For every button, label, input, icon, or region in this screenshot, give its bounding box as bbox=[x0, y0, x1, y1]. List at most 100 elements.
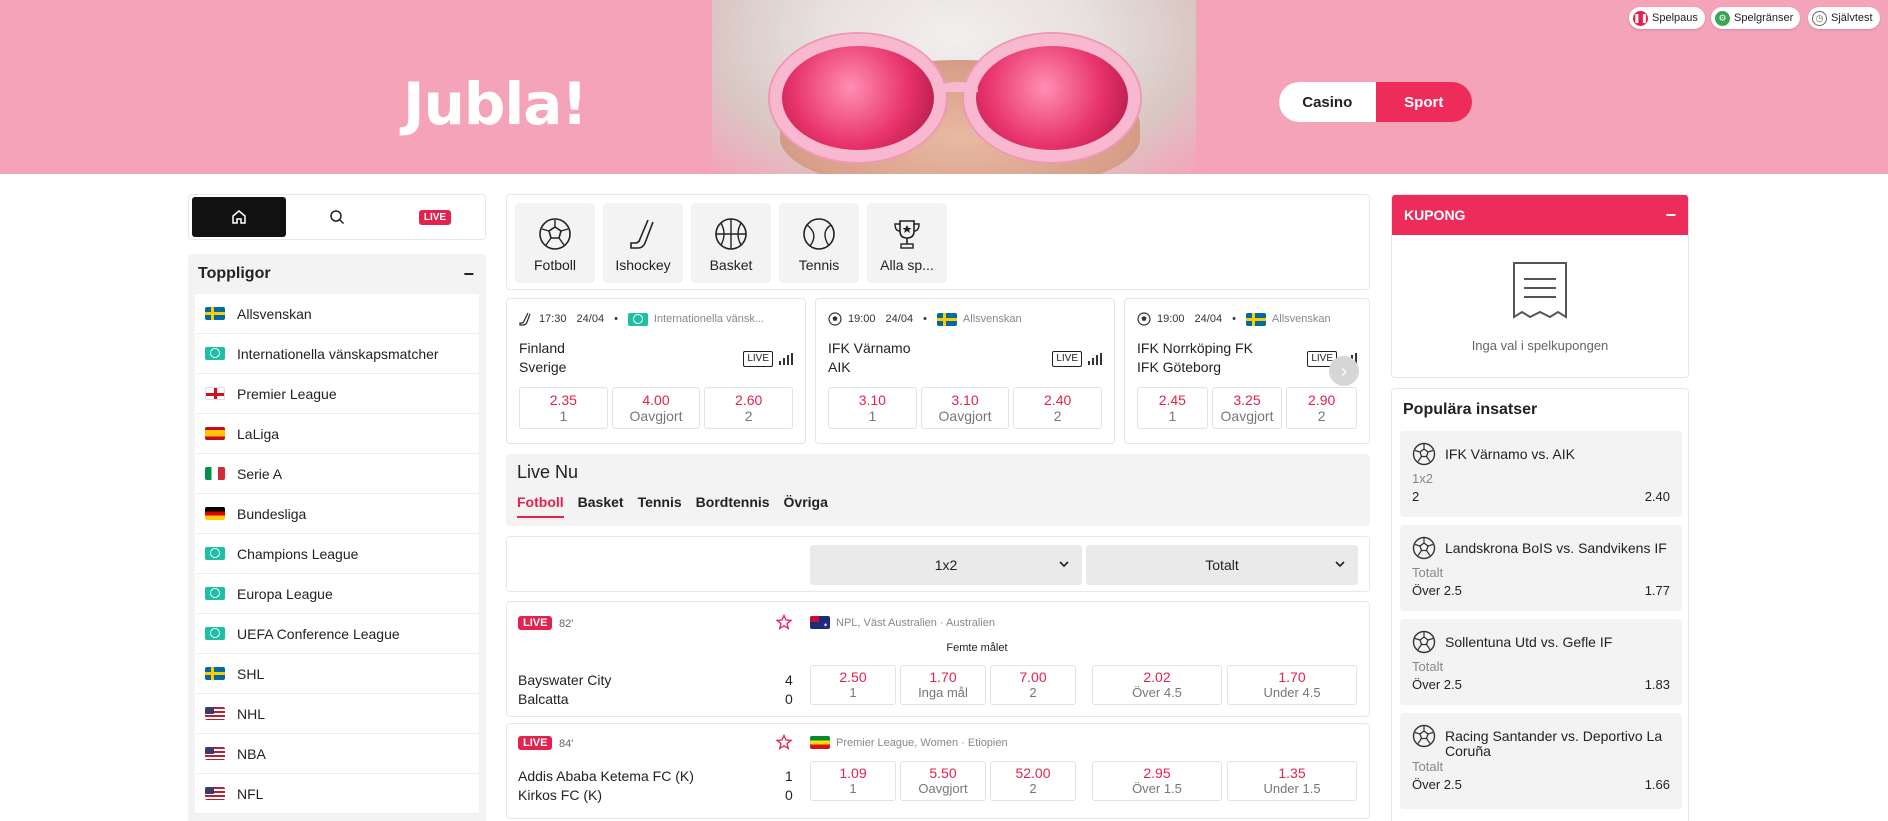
event-league: Allsvenskan bbox=[1271, 313, 1331, 325]
league-item[interactable]: NFL bbox=[195, 774, 479, 814]
market-select-totalt[interactable]: Totalt bbox=[1086, 545, 1358, 585]
live-match-row[interactable]: LIVE 82' ✶ NPL, Väst Australien · Austra… bbox=[506, 601, 1370, 717]
odds-value: 1.70 bbox=[929, 669, 957, 685]
football-icon bbox=[1137, 312, 1151, 326]
league-item[interactable]: NBA bbox=[195, 734, 479, 774]
odds-button[interactable]: 5.50 Oavgjort bbox=[900, 761, 986, 801]
sunglasses-right-lens bbox=[964, 34, 1140, 162]
sport-tile-fotboll[interactable]: Fotboll bbox=[515, 203, 595, 283]
se-flag-icon bbox=[936, 312, 957, 326]
casino-button[interactable]: Casino bbox=[1279, 82, 1376, 122]
league-name: Serie A bbox=[237, 465, 283, 482]
collapse-icon: − bbox=[463, 263, 474, 284]
odds-button[interactable]: 3.10 1 bbox=[828, 387, 917, 429]
odds-value: 3.10 bbox=[858, 392, 886, 408]
odds-value: 3.10 bbox=[951, 392, 979, 408]
league-item[interactable]: Premier League bbox=[195, 374, 479, 414]
odds-button[interactable]: 1.70 Under 4.5 bbox=[1227, 665, 1357, 705]
odds-button[interactable]: 2.35 1 bbox=[519, 387, 608, 429]
popular-bet-selection: 2 bbox=[1412, 489, 1420, 504]
sport-tile-ishockey[interactable]: Ishockey bbox=[603, 203, 683, 283]
league-item[interactable]: Serie A bbox=[195, 454, 479, 494]
selftest-icon: ◷ bbox=[1812, 10, 1827, 26]
sport-tile-basket[interactable]: Basket bbox=[691, 203, 771, 283]
league-item[interactable]: Champions League bbox=[195, 534, 479, 574]
odds-button[interactable]: 7.00 2 bbox=[990, 665, 1076, 705]
stats-icon[interactable] bbox=[1088, 353, 1102, 365]
away-score: 0 bbox=[785, 691, 793, 707]
league-item[interactable]: SHL bbox=[195, 654, 479, 694]
away-team: Kirkos FC (K) bbox=[518, 787, 602, 803]
it-flag-icon bbox=[205, 467, 225, 480]
tab-fotboll[interactable]: Fotboll bbox=[517, 494, 564, 518]
tab-basket[interactable]: Basket bbox=[578, 494, 624, 518]
odds-button[interactable]: 1.35 Under 1.5 bbox=[1227, 761, 1357, 801]
odds-button[interactable]: 2.60 2 bbox=[704, 387, 794, 429]
betslip-header[interactable]: KUPONG − bbox=[1392, 195, 1688, 235]
us-flag-icon bbox=[205, 707, 225, 720]
tab-ovriga[interactable]: Övriga bbox=[784, 494, 828, 518]
live-match-row[interactable]: LIVE 84' Premier League, Women · Etiopie… bbox=[506, 723, 1370, 819]
league-item[interactable]: Allsvenskan bbox=[195, 294, 479, 334]
se-flag-icon bbox=[1245, 312, 1266, 326]
featured-event-card[interactable]: 17:30 24/04 • Internationella vänsk... Finla… bbox=[506, 298, 806, 444]
popular-bet-match: Sollentuna Utd vs. Gefle IF bbox=[1445, 634, 1613, 650]
world-flag-icon bbox=[205, 347, 225, 360]
odds-button[interactable]: 2.45 1 bbox=[1137, 387, 1208, 429]
sport-button[interactable]: Sport bbox=[1375, 82, 1472, 122]
odds-button[interactable]: 2.50 1 bbox=[810, 665, 896, 705]
odds-button[interactable]: 2.40 2 bbox=[1013, 387, 1103, 429]
home-icon bbox=[232, 210, 246, 224]
league-item[interactable]: Bundesliga bbox=[195, 494, 479, 534]
tab-tennis[interactable]: Tennis bbox=[638, 494, 682, 518]
tab-bordtennis[interactable]: Bordtennis bbox=[696, 494, 770, 518]
spelpaus-button[interactable]: ❚❚ Spelpaus bbox=[1629, 7, 1705, 29]
odds-label: 1 bbox=[868, 408, 877, 424]
popular-bet-card[interactable]: Racing Santander vs. Deportivo La Coruña… bbox=[1400, 713, 1682, 809]
home-button[interactable] bbox=[192, 197, 286, 237]
product-switcher: Casino Sport bbox=[1279, 82, 1472, 122]
league-item[interactable]: Internationella vänskapsmatcher bbox=[195, 334, 479, 374]
popular-bet-card[interactable]: IFK Värnamo vs. AIK 1x2 2 2.40 bbox=[1400, 431, 1682, 517]
odds-button[interactable]: 1.09 1 bbox=[810, 761, 896, 801]
popular-bet-card[interactable]: Sollentuna Utd vs. Gefle IF Totalt Över 2.… bbox=[1400, 619, 1682, 705]
odds-button[interactable]: 3.10 Oavgjort bbox=[920, 387, 1010, 429]
sjalvtest-button[interactable]: ◷ Självtest bbox=[1808, 7, 1880, 29]
odds-button[interactable]: 3.25 Oavgjort bbox=[1211, 387, 1283, 429]
star-icon[interactable] bbox=[776, 614, 792, 630]
stats-icon[interactable] bbox=[779, 353, 793, 365]
odds-button[interactable]: 52.00 2 bbox=[990, 761, 1076, 801]
market-select-1x2[interactable]: 1x2 bbox=[810, 545, 1082, 585]
star-icon[interactable] bbox=[776, 734, 792, 750]
site-logo[interactable]: Jubla! bbox=[403, 70, 588, 138]
featured-event-card[interactable]: 19:00 24/04 • Allsvenskan IFK Värnamo AIK LIVE… bbox=[815, 298, 1115, 444]
odds-button[interactable]: 2.02 Över 4.5 bbox=[1092, 665, 1222, 705]
odds-button[interactable]: 1.70 Inga mål bbox=[900, 665, 986, 705]
live-tag: LIVE bbox=[1052, 351, 1082, 367]
popular-bets-title: Populära insatser bbox=[1403, 401, 1538, 418]
league-item[interactable]: UEFA Conference League bbox=[195, 614, 479, 654]
basketball-icon bbox=[715, 218, 747, 250]
odds-button[interactable]: 4.00 Oavgjort bbox=[611, 387, 701, 429]
odds-label: Oavgjort bbox=[938, 408, 992, 424]
league-item[interactable]: NHL bbox=[195, 694, 479, 734]
league-item[interactable]: LaLiga bbox=[195, 414, 479, 454]
carousel-next-button[interactable]: › bbox=[1329, 356, 1359, 386]
world-flag-icon bbox=[205, 547, 225, 560]
match-minute: 84' bbox=[559, 738, 574, 750]
spelgranser-button[interactable]: ⚙ Spelgränser bbox=[1711, 7, 1801, 29]
popular-bet-card[interactable]: Landskrona BoIS vs. Sandvikens IF Totalt Ö… bbox=[1400, 525, 1682, 611]
odds-button[interactable]: 2.95 Över 1.5 bbox=[1092, 761, 1222, 801]
odds-button[interactable]: 2.90 2 bbox=[1286, 387, 1358, 429]
league-item[interactable]: Europa League bbox=[195, 574, 479, 614]
popular-bet-selection: Över 2.5 bbox=[1412, 583, 1462, 598]
league-name: Allsvenskan bbox=[237, 305, 312, 322]
sport-tile-alla[interactable]: Alla sp... bbox=[867, 203, 947, 283]
en-flag-icon bbox=[205, 387, 225, 400]
live-button[interactable]: LIVE bbox=[388, 197, 482, 237]
search-button[interactable] bbox=[290, 197, 384, 237]
odds-label: 1 bbox=[1168, 408, 1177, 424]
sport-tile-tennis[interactable]: Tennis bbox=[779, 203, 859, 283]
toppligor-header[interactable]: Toppligor − bbox=[188, 254, 486, 294]
odds-label: Under 4.5 bbox=[1263, 685, 1321, 700]
